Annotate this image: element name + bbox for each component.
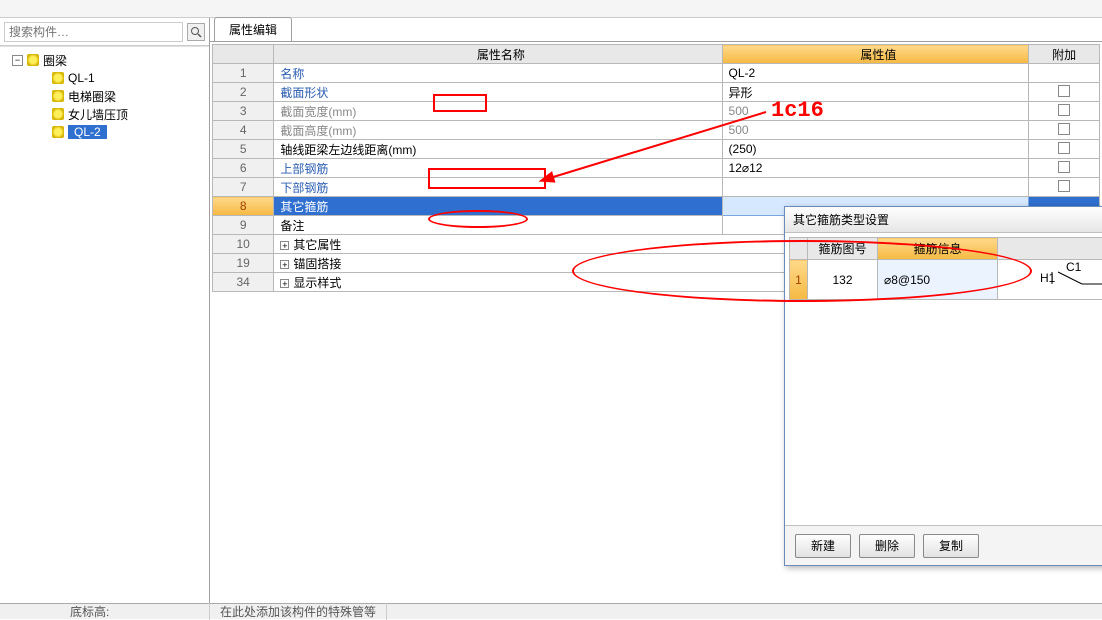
property-add[interactable] bbox=[1029, 121, 1100, 140]
property-row[interactable]: 5轴线距梁左边线距离(mm)(250) bbox=[213, 140, 1100, 159]
header-add: 附加 bbox=[1029, 45, 1100, 64]
property-row[interactable]: 2截面形状异形 bbox=[213, 83, 1100, 102]
svg-text:C1: C1 bbox=[1066, 260, 1082, 274]
stirrup-table: 箍筋图号 箍筋信息 图形 1 132 ⌀8@150 H1 bbox=[789, 237, 1102, 300]
property-row[interactable]: 4截面高度(mm)500 bbox=[213, 121, 1100, 140]
tree-item[interactable]: 女儿墙压顶 bbox=[2, 105, 207, 123]
row-number: 1 bbox=[213, 64, 274, 83]
stirrup-number[interactable]: 132 bbox=[808, 260, 878, 300]
left-panel: − 圈梁 QL-1 电梯圈梁 女儿墙压顶 QL-2 bbox=[0, 18, 210, 608]
property-value[interactable]: 12⌀12 bbox=[722, 159, 1029, 178]
property-name: 轴线距梁左边线距离(mm) bbox=[274, 140, 722, 159]
row-number: 9 bbox=[213, 216, 274, 235]
item-icon bbox=[52, 72, 64, 84]
expand-icon[interactable]: + bbox=[280, 241, 289, 250]
expand-icon[interactable]: + bbox=[280, 279, 289, 288]
checkbox-icon[interactable] bbox=[1058, 142, 1070, 154]
property-add[interactable] bbox=[1029, 178, 1100, 197]
row-number: 10 bbox=[213, 235, 274, 254]
row-number: 5 bbox=[213, 140, 274, 159]
property-value[interactable]: 异形 bbox=[722, 83, 1029, 102]
right-panel: 属性编辑 属性名称 属性值 附加 1名称QL-22截面形状异形3截面宽度(mm)… bbox=[210, 18, 1102, 608]
row-number: 2 bbox=[213, 83, 274, 102]
row-number: 6 bbox=[213, 159, 274, 178]
property-name: 其它箍筋 bbox=[274, 197, 722, 216]
item-icon bbox=[52, 126, 64, 138]
checkbox-icon[interactable] bbox=[1058, 161, 1070, 173]
tree-item-label: QL-2 bbox=[68, 125, 107, 139]
row-index: 1 bbox=[790, 260, 808, 300]
checkbox-icon[interactable] bbox=[1058, 104, 1070, 116]
stirrup-info-cell[interactable]: ⌀8@150 bbox=[878, 260, 998, 300]
top-toolbar bbox=[0, 0, 1102, 18]
row-number: 3 bbox=[213, 102, 274, 121]
tree-item-label: QL-1 bbox=[68, 71, 95, 85]
folder-icon bbox=[27, 54, 39, 66]
component-tree: − 圈梁 QL-1 电梯圈梁 女儿墙压顶 QL-2 bbox=[0, 46, 209, 608]
tab-property-edit[interactable]: 属性编辑 bbox=[214, 17, 292, 41]
col-stirrup-shape: 图形 bbox=[998, 238, 1102, 260]
status-left: 底标高: bbox=[60, 603, 210, 620]
checkbox-icon[interactable] bbox=[1058, 123, 1070, 135]
tree-item[interactable]: QL-1 bbox=[2, 69, 207, 87]
property-value[interactable]: 500 bbox=[722, 121, 1029, 140]
status-mid: 在此处添加该构件的特殊管等 bbox=[210, 603, 387, 620]
tree-item-label: 女儿墙压顶 bbox=[68, 106, 128, 123]
row-number: 34 bbox=[213, 273, 274, 292]
property-value[interactable]: 500 bbox=[722, 102, 1029, 121]
status-bar: 底标高: 在此处添加该构件的特殊管等 bbox=[0, 603, 1102, 619]
tree-item[interactable]: 电梯圈梁 bbox=[2, 87, 207, 105]
dialog-titlebar[interactable]: 其它箍筋类型设置 bbox=[785, 207, 1102, 233]
row-number: 7 bbox=[213, 178, 274, 197]
collapse-icon[interactable]: − bbox=[12, 55, 23, 66]
stirrup-shape-cell: H1 C1 L C2 H2 bbox=[998, 260, 1102, 300]
header-value: 属性值 bbox=[722, 45, 1029, 64]
property-name: 名称 bbox=[274, 64, 722, 83]
property-value[interactable]: (250) bbox=[722, 140, 1029, 159]
search-input[interactable] bbox=[4, 22, 183, 42]
dialog-title: 其它箍筋类型设置 bbox=[793, 211, 1102, 228]
property-row[interactable]: 3截面宽度(mm)500 bbox=[213, 102, 1100, 121]
row-number: 4 bbox=[213, 121, 274, 140]
property-name: 截面形状 bbox=[274, 83, 722, 102]
col-stirrup-info: 箍筋信息 bbox=[878, 238, 998, 260]
property-add[interactable] bbox=[1029, 140, 1100, 159]
stirrup-dialog: 其它箍筋类型设置 箍筋图号 箍筋信息 图形 1 132 ⌀8 bbox=[784, 206, 1102, 566]
tree-item-label: 电梯圈梁 bbox=[68, 88, 116, 105]
property-name: 备注 bbox=[274, 216, 722, 235]
property-row[interactable]: 7下部钢筋 bbox=[213, 178, 1100, 197]
property-add[interactable] bbox=[1029, 102, 1100, 121]
new-button[interactable]: 新建 bbox=[795, 534, 851, 558]
property-name: 截面高度(mm) bbox=[274, 121, 722, 140]
delete-button[interactable]: 删除 bbox=[859, 534, 915, 558]
property-name: 截面宽度(mm) bbox=[274, 102, 722, 121]
header-name: 属性名称 bbox=[274, 45, 722, 64]
svg-text:H1: H1 bbox=[1040, 271, 1056, 285]
property-name: 下部钢筋 bbox=[274, 178, 722, 197]
stirrup-row[interactable]: 1 132 ⌀8@150 H1 C1 L bbox=[790, 260, 1102, 300]
expand-icon[interactable]: + bbox=[280, 260, 289, 269]
tree-root[interactable]: − 圈梁 bbox=[2, 51, 207, 69]
property-value[interactable]: QL-2 bbox=[722, 64, 1029, 83]
search-icon[interactable] bbox=[187, 23, 205, 41]
row-number: 8 bbox=[213, 197, 274, 216]
property-value[interactable] bbox=[722, 178, 1029, 197]
item-icon bbox=[52, 108, 64, 120]
property-row[interactable]: 6上部钢筋12⌀12 bbox=[213, 159, 1100, 178]
tree-item-selected[interactable]: QL-2 bbox=[2, 123, 207, 141]
checkbox-icon[interactable] bbox=[1058, 85, 1070, 97]
row-number: 19 bbox=[213, 254, 274, 273]
property-row[interactable]: 1名称QL-2 bbox=[213, 64, 1100, 83]
item-icon bbox=[52, 90, 64, 102]
tree-root-label: 圈梁 bbox=[43, 52, 67, 69]
property-add[interactable] bbox=[1029, 83, 1100, 102]
col-stirrup-num: 箍筋图号 bbox=[808, 238, 878, 260]
property-name: 上部钢筋 bbox=[274, 159, 722, 178]
property-add[interactable] bbox=[1029, 159, 1100, 178]
copy-button[interactable]: 复制 bbox=[923, 534, 979, 558]
property-add[interactable] bbox=[1029, 64, 1100, 83]
checkbox-icon[interactable] bbox=[1058, 180, 1070, 192]
